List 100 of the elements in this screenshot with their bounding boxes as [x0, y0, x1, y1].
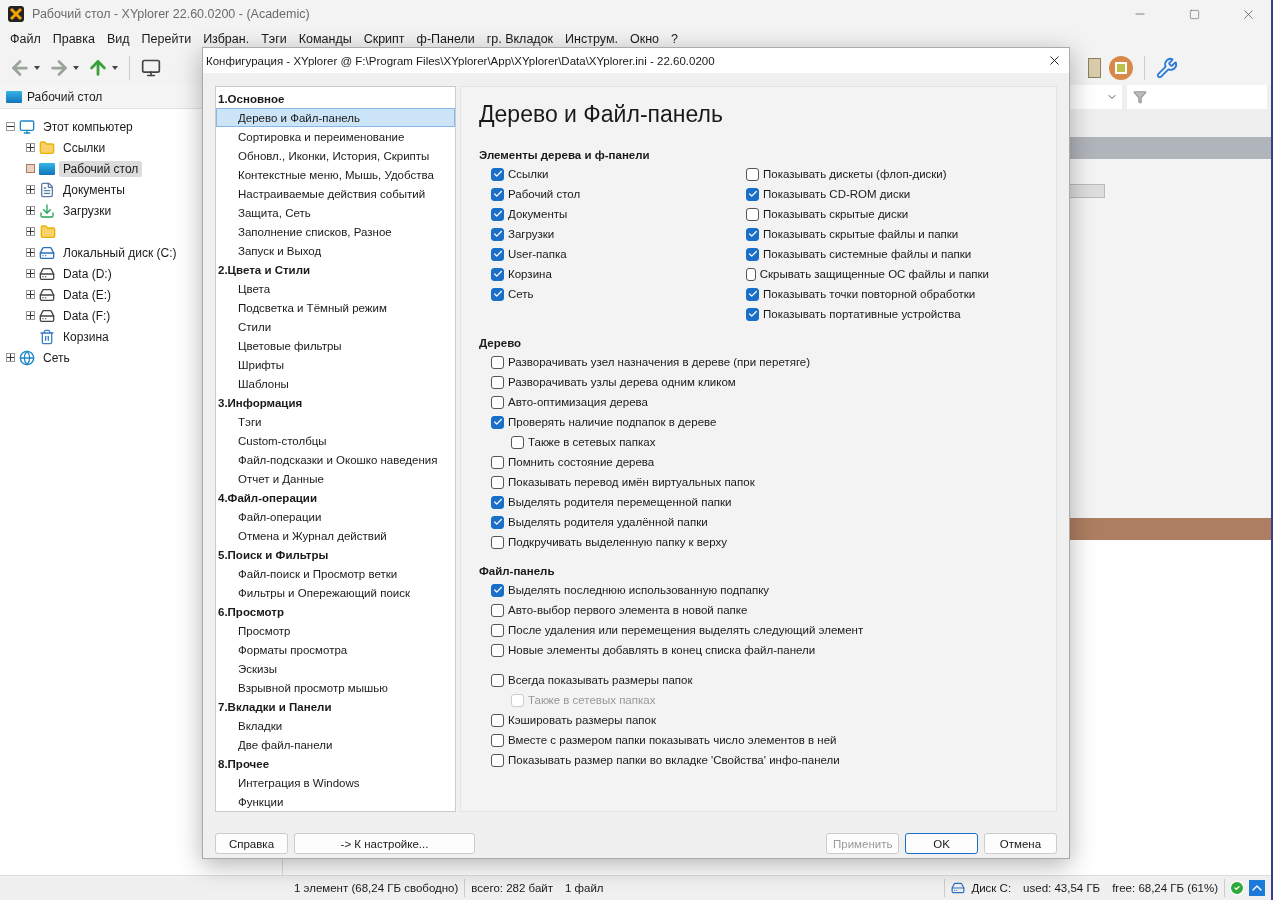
menu-item[interactable]: Окно [623, 32, 665, 46]
nav-item[interactable]: Форматы просмотра [216, 640, 455, 659]
checkbox[interactable] [491, 455, 504, 469]
nav-item[interactable]: Контекстные меню, Мышь, Удобства [216, 165, 455, 184]
menu-item[interactable]: Тэги [255, 32, 293, 46]
nav-item[interactable]: Взрывной просмотр мышью [216, 678, 455, 697]
checkbox[interactable] [491, 167, 504, 181]
nav-item[interactable]: Защита, Сеть [216, 203, 455, 222]
nav-item[interactable]: Файл-операции [216, 507, 455, 526]
checkbox[interactable] [746, 167, 759, 181]
tree-item[interactable]: Этот компьютер [39, 118, 137, 135]
tree-item[interactable]: Локальный диск (C:) [59, 244, 181, 261]
nav-item[interactable]: Настраиваемые действия событий [216, 184, 455, 203]
menu-item[interactable]: ? [665, 32, 684, 46]
dialog-button[interactable]: -> К настройке... [294, 833, 475, 854]
expand-toggle[interactable] [6, 353, 15, 362]
nav-heading[interactable]: 1.Основное [216, 89, 455, 108]
tree-item[interactable]: Ссылки [59, 139, 110, 156]
dialog-button[interactable]: OK [905, 833, 978, 854]
nav-heading[interactable]: 6.Просмотр [216, 602, 455, 621]
checkbox[interactable] [491, 643, 504, 657]
expand-toggle[interactable] [26, 248, 35, 257]
nav-item[interactable]: Эскизы [216, 659, 455, 678]
tree-item[interactable]: Data (D:) [59, 265, 116, 282]
nav-heading[interactable]: 7.Вкладки и Панели [216, 697, 455, 716]
expand-toggle[interactable] [26, 311, 35, 320]
menu-item[interactable]: ф-Панели [410, 32, 481, 46]
checkbox[interactable] [746, 247, 759, 261]
nav-item[interactable]: Файл-подсказки и Окошко наведения [216, 450, 455, 469]
checkbox[interactable] [491, 603, 504, 617]
nav-item[interactable]: Файл-поиск и Просмотр ветки [216, 564, 455, 583]
nav-item[interactable]: Подсветка и Тёмный режим [216, 298, 455, 317]
checkbox[interactable] [491, 623, 504, 637]
menu-item[interactable]: Скрипт [357, 32, 411, 46]
nav-item[interactable]: Шрифты [216, 355, 455, 374]
tree-item[interactable]: Data (F:) [59, 307, 115, 324]
filter-field[interactable] [1127, 85, 1267, 109]
tree-item[interactable]: Корзина [59, 328, 113, 345]
nav-item[interactable]: Обновл., Иконки, История, Скрипты [216, 146, 455, 165]
nav-item[interactable]: Цветовые фильтры [216, 336, 455, 355]
checkbox[interactable] [491, 355, 504, 369]
nav-item[interactable]: Сортировка и переименование [216, 127, 455, 146]
nav-item[interactable]: Дерево и Файл-панель [216, 108, 455, 127]
menu-item[interactable]: Избран. [197, 32, 256, 46]
checkbox[interactable] [746, 187, 759, 201]
tree-item[interactable]: Загрузки [59, 202, 116, 219]
nav-item[interactable]: Интеграция в Windows [216, 773, 455, 792]
checkbox[interactable] [491, 515, 504, 529]
nav-heading[interactable]: 4.Файл-операции [216, 488, 455, 507]
checkbox[interactable] [491, 247, 504, 261]
checkbox[interactable] [491, 375, 504, 389]
nav-item[interactable]: Запуск и Выход [216, 241, 455, 260]
dialog-button[interactable]: Справка [215, 833, 288, 854]
checkbox[interactable] [491, 267, 504, 281]
checkbox[interactable] [491, 287, 504, 301]
nav-heading[interactable]: 8.Прочее [216, 754, 455, 773]
nav-heading[interactable]: 3.Информация [216, 393, 455, 412]
nav-item[interactable]: Заполнение списков, Разное [216, 222, 455, 241]
nav-item[interactable]: Отчет и Данные [216, 469, 455, 488]
checkbox[interactable] [491, 733, 504, 747]
checkbox[interactable] [511, 435, 524, 449]
checkbox[interactable] [491, 207, 504, 221]
expand-toggle[interactable] [26, 290, 35, 299]
checkbox[interactable] [491, 583, 504, 597]
nav-heading[interactable]: 5.Поиск и Фильтры [216, 545, 455, 564]
checkbox[interactable] [746, 227, 759, 241]
checkbox[interactable] [491, 187, 504, 201]
checkbox[interactable] [746, 287, 759, 301]
nav-item[interactable]: Две файл-панели [216, 735, 455, 754]
checkbox[interactable] [491, 535, 504, 549]
address-text[interactable]: Рабочий стол [27, 89, 103, 104]
up-caret-icon[interactable] [1249, 880, 1265, 896]
expand-toggle[interactable] [26, 227, 35, 236]
menu-item[interactable]: Перейти [135, 32, 198, 46]
nav-item[interactable]: Отмена и Журнал действий [216, 526, 455, 545]
menu-item[interactable]: гр. Вкладок [480, 32, 560, 46]
menu-item[interactable]: Файл [4, 32, 47, 46]
checkbox[interactable] [491, 713, 504, 727]
checkbox[interactable] [746, 267, 756, 281]
checkbox[interactable] [491, 673, 504, 687]
dialog-button[interactable]: Отмена [984, 833, 1057, 854]
tree-item[interactable]: Сеть [39, 349, 74, 366]
checkbox[interactable] [491, 495, 504, 509]
checkbox[interactable] [491, 395, 504, 409]
nav-item[interactable]: Просмотр [216, 621, 455, 640]
tree-item[interactable]: Data (E:) [59, 286, 115, 303]
tree-item[interactable]: Документы [59, 181, 129, 198]
menu-item[interactable]: Вид [100, 32, 136, 46]
checkbox[interactable] [491, 753, 504, 767]
nav-item[interactable]: Фильтры и Опережающий поиск [216, 583, 455, 602]
collapse-toggle[interactable] [6, 122, 15, 131]
nav-item[interactable]: Функции [216, 792, 455, 811]
nav-item[interactable]: Цвета [216, 279, 455, 298]
checkbox[interactable] [746, 307, 759, 321]
nav-item[interactable]: Custom-столбцы [216, 431, 455, 450]
menu-item[interactable]: Команды [292, 32, 358, 46]
menu-item[interactable]: Правка [46, 32, 101, 46]
expand-toggle[interactable] [26, 206, 35, 215]
nav-item[interactable]: Шаблоны [216, 374, 455, 393]
tree-item[interactable]: Рабочий стол [59, 160, 143, 177]
